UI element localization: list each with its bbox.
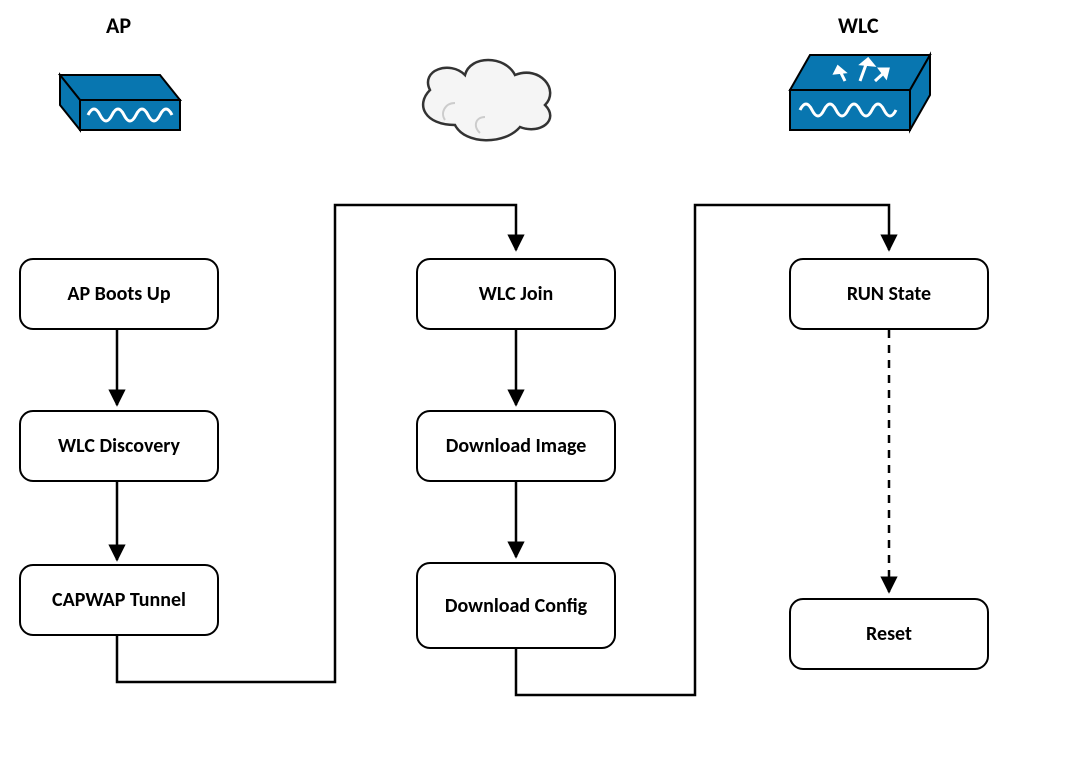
cloud-icon [423, 60, 550, 140]
node-config: Download Config [416, 562, 616, 649]
node-boots: AP Boots Up [19, 258, 219, 330]
node-reset: Reset [789, 598, 989, 670]
node-join-label: WLC Join [479, 282, 553, 306]
label-wlc: WLC [838, 12, 879, 39]
wlc-icon [790, 55, 930, 130]
node-join: WLC Join [416, 258, 616, 330]
node-boots-label: AP Boots Up [67, 282, 170, 306]
node-run: RUN State [789, 258, 989, 330]
ap-icon [60, 75, 180, 130]
node-image: Download Image [416, 410, 616, 482]
node-run-label: RUN State [847, 282, 931, 306]
node-reset-label: Reset [866, 622, 912, 646]
label-ap: AP [106, 12, 131, 39]
node-config-label: Download Config [445, 594, 587, 618]
node-discover-label: WLC Discovery [58, 434, 180, 458]
node-capwap-label: CAPWAP Tunnel [52, 588, 186, 612]
node-discover: WLC Discovery [19, 410, 219, 482]
node-image-label: Download Image [446, 434, 587, 458]
node-capwap: CAPWAP Tunnel [19, 564, 219, 636]
